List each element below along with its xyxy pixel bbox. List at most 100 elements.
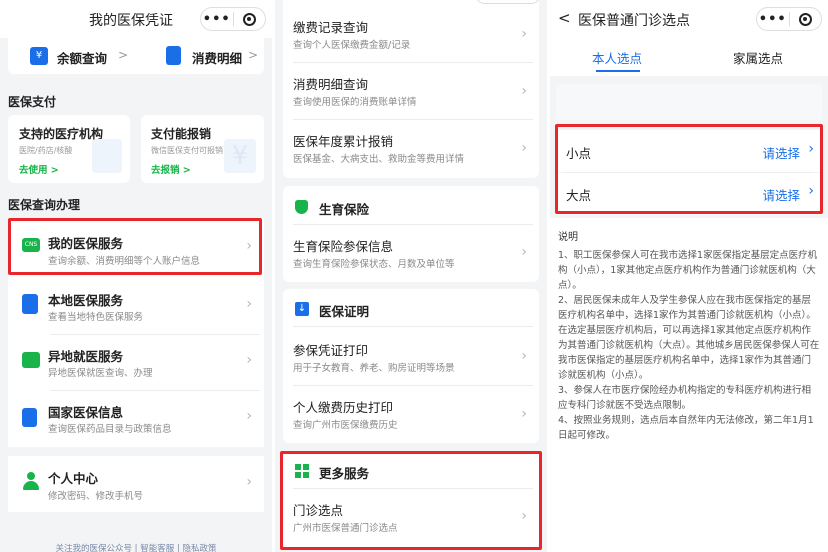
building-icon	[22, 294, 38, 314]
transfer-icon	[22, 352, 40, 368]
mini-program-capsule: •••	[200, 7, 266, 31]
download-icon: ↓	[295, 302, 309, 316]
personal-center-row[interactable]: 个人中心 修改密码、修改手机号 ›	[8, 456, 264, 512]
notes-block: 1、职工医保参保人可在我市选择1家医保指定基层定点医疗机构（小点），1家其他定点…	[558, 248, 820, 443]
spend-detail-label: 消费明细	[192, 51, 243, 66]
proof-title: 个人缴费历史打印	[293, 400, 394, 415]
top-bar: 我的医保凭证 •••	[0, 0, 272, 38]
chevron-right-icon: >	[118, 48, 129, 62]
maternity-sub: 查询生育保险参保状态、月数及单位等	[293, 259, 455, 270]
page-title: 医保普通门诊选点	[578, 13, 690, 29]
maternity-row[interactable]: 生育保险参保信息 查询生育保险参保状态、月数及单位等 ›	[283, 228, 539, 280]
balance-query-button[interactable]: ¥ 余额查询 >	[8, 38, 136, 74]
close-target-icon[interactable]	[790, 12, 822, 26]
footer-links[interactable]: 关注我的医保公众号 | 智能客服 | 隐私政策	[0, 542, 272, 552]
go-use-link[interactable]: 去使用 >	[19, 162, 59, 176]
bill-icon	[166, 46, 181, 65]
record-sub: 医保基金、大病支出、救助金等费用详情	[293, 154, 465, 165]
payment-reimburse-card[interactable]: 支付能报销 微信医保支付可报销 去报销 > ¥	[141, 115, 264, 183]
card-sub: 微信医保支付可报销	[151, 146, 223, 155]
card-sub: 医院/药店/核酸	[19, 146, 73, 155]
divider	[293, 62, 533, 63]
divider	[293, 326, 533, 327]
quick-actions-card: ¥ 余额查询 > 消费明细 >	[8, 38, 264, 74]
service-title: 本地医保服务	[48, 293, 124, 308]
divider	[293, 224, 533, 225]
panel-service-list: 缴费记录查询 查询个人医保缴费金额/记录 › 消费明细查询 查询使用医保的消费账…	[275, 0, 547, 552]
active-tab-indicator	[596, 70, 640, 72]
divider	[50, 334, 260, 335]
tab-bar: 本人选点 家属选点	[550, 38, 828, 74]
chevron-right-icon: ›	[521, 140, 527, 156]
service-row[interactable]: 本地医保服务 查看当地特色医保服务 ›	[8, 280, 264, 332]
tab-family[interactable]: 家属选点	[733, 48, 783, 67]
chevron-right-icon: ›	[521, 406, 527, 422]
note-item: 3、参保人在市医疗保险经办机构指定的专科医疗机构进行相应专科门诊就医不受选点限制…	[558, 385, 812, 411]
personal-center-sub: 修改密码、修改手机号	[48, 491, 144, 502]
blank-banner	[556, 84, 822, 120]
go-reimburse-link[interactable]: 去报销 >	[151, 162, 191, 176]
chevron-right-icon: ›	[246, 474, 252, 490]
panel-outpatient-selection: < 医保普通门诊选点 ••• 本人选点 家属选点 小点 请选择 › 大点 请选择…	[550, 0, 828, 552]
balance-query-label: 余额查询	[57, 51, 108, 66]
mini-program-capsule	[475, 0, 541, 4]
person-icon	[23, 472, 39, 490]
yuan-watermark-icon: ¥	[224, 139, 256, 173]
proof-header: 医保证明	[319, 304, 370, 319]
supported-institutions-card[interactable]: 支持的医疗机构 医院/药店/核酸 去使用 >	[8, 115, 130, 183]
panel-medical-credential: 我的医保凭证 ••• ¥ 余额查询 > 消费明细 > 医保支付 支持的医疗机构 …	[0, 0, 272, 552]
record-title: 消费明细查询	[293, 77, 369, 92]
record-row[interactable]: 消费明细查询 查询使用医保的消费账单详情 ›	[283, 65, 539, 117]
service-sub: 查看当地特色医保服务	[48, 312, 144, 323]
divider	[293, 119, 533, 120]
chevron-right-icon: ›	[246, 352, 252, 368]
chevron-right-icon: ›	[521, 26, 527, 42]
close-target-icon[interactable]	[234, 12, 266, 26]
card-title: 支持的医疗机构	[19, 127, 104, 141]
tab-self[interactable]: 本人选点	[592, 48, 642, 67]
mini-program-capsule: •••	[756, 7, 822, 31]
card-title: 支付能报销	[151, 127, 212, 141]
service-sub: 查询医保药品目录与政策信息	[48, 424, 172, 435]
service-sub: 异地医保就医查询、办理	[48, 368, 153, 379]
chevron-right-icon: >	[248, 48, 259, 62]
hospital-watermark-icon	[92, 139, 122, 173]
proof-title: 参保凭证打印	[293, 343, 369, 358]
maternity-title: 生育保险参保信息	[293, 239, 394, 254]
top-bar: < 医保普通门诊选点 •••	[550, 0, 828, 38]
chevron-right-icon: ›	[521, 83, 527, 99]
proof-sub: 查询广州市医保缴费历史	[293, 420, 398, 431]
highlight-box	[8, 218, 262, 275]
record-row[interactable]: 缴费记录查询 查询个人医保缴费金额/记录 ›	[283, 8, 539, 60]
service-title: 异地就医服务	[48, 349, 124, 364]
service-row[interactable]: 国家医保信息 查询医保药品目录与政策信息 ›	[8, 392, 264, 444]
proof-sub: 用于子女教育、养老、购房证明等场景	[293, 363, 455, 374]
divider	[50, 390, 260, 391]
spend-detail-button[interactable]: 消费明细 >	[136, 38, 264, 74]
chevron-right-icon: ›	[246, 296, 252, 312]
balance-icon: ¥	[30, 47, 48, 65]
shield-icon	[295, 200, 308, 214]
proof-row[interactable]: 参保凭证打印 用于子女教育、养老、购房证明等场景 ›	[283, 332, 539, 384]
note-item: 1、职工医保参保人可在我市选择1家医保指定基层定点医疗机构（小点），1家其他定点…	[558, 250, 818, 291]
service-row[interactable]: 异地就医服务 异地医保就医查询、办理 ›	[8, 336, 264, 388]
note-item: 4、按照业务规则，选点后本自然年内无法修改，第二年1月1日起可修改。	[558, 415, 814, 441]
divider	[293, 385, 533, 386]
record-sub: 查询个人医保缴费金额/记录	[293, 40, 411, 51]
note-title: 说明	[558, 232, 578, 243]
chevron-right-icon: ›	[521, 348, 527, 364]
personal-center-title: 个人中心	[48, 471, 99, 486]
more-menu-icon[interactable]: •••	[201, 12, 233, 27]
section-query-handle: 医保查询办理	[8, 198, 81, 212]
back-button[interactable]: <	[558, 9, 571, 27]
service-title: 国家医保信息	[48, 405, 124, 420]
record-row[interactable]: 医保年度累计报销 医保基金、大病支出、救助金等费用详情 ›	[283, 122, 539, 174]
maternity-header: 生育保险	[319, 202, 370, 217]
record-sub: 查询使用医保的消费账单详情	[293, 97, 417, 108]
more-menu-icon[interactable]: •••	[757, 12, 789, 27]
proof-row[interactable]: 个人缴费历史打印 查询广州市医保缴费历史 ›	[283, 388, 539, 440]
note-item: 2、居民医保未成年人及学生参保人应在我市医保指定的基层医疗机构名单中，选择1家作…	[558, 295, 820, 381]
chevron-right-icon: ›	[521, 244, 527, 260]
record-title: 缴费记录查询	[293, 20, 369, 35]
document-icon	[22, 408, 37, 427]
